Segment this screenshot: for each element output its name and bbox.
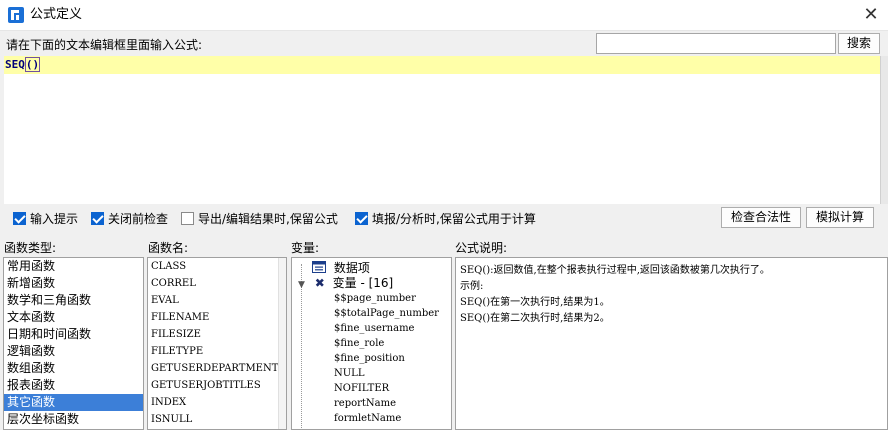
variable-item[interactable]: $fine_position xyxy=(334,351,405,366)
option-input-hint[interactable]: 输入提示 xyxy=(13,209,78,227)
simulate-calc-button[interactable]: 模拟计算 xyxy=(806,207,874,228)
description-line: SEQ()在第一次执行时,结果为1。 xyxy=(460,297,610,308)
function-item[interactable]: FILETYPE xyxy=(148,343,286,360)
description-text: SEQ():返回数值,在整个报表执行过程中,返回该函数被第几次执行了。 示例: SE… xyxy=(456,258,887,327)
description-line: 示例: xyxy=(460,281,484,292)
function-item[interactable]: ISNULL xyxy=(148,411,286,428)
option-check-before-close[interactable]: 关闭前检查 xyxy=(91,209,168,227)
table-icon xyxy=(312,261,326,273)
category-item[interactable]: 文本函数 xyxy=(4,309,143,326)
description-line: SEQ():返回数值,在整个报表执行过程中,返回该函数被第几次执行了。 xyxy=(460,265,770,276)
variable-item[interactable]: $fine_username xyxy=(334,321,414,336)
editor-scrollbar[interactable] xyxy=(880,56,888,204)
category-item[interactable]: 其它函数 xyxy=(4,394,143,411)
option-keep-formula-fill[interactable]: 填报/分析时,保留公式用于计算 xyxy=(355,209,536,227)
function-item[interactable]: EVAL xyxy=(148,292,286,309)
variable-group-icon: ✖ xyxy=(314,276,325,290)
keep-formula-export-label: 导出/编辑结果时,保留公式 xyxy=(198,211,338,226)
formula-prompt: 请在下面的文本编辑框里面输入公式: xyxy=(6,38,203,52)
category-header: 函数类型: xyxy=(4,241,57,255)
check-before-close-label: 关闭前检查 xyxy=(108,211,169,226)
category-item[interactable]: 数学和三角函数 xyxy=(4,292,143,309)
formula-text: SEQ() xyxy=(5,57,41,72)
category-item[interactable]: 日期和时间函数 xyxy=(4,326,143,343)
function-list: CLASS CORREL EVAL FILENAME FILESIZE FILETYPE G… xyxy=(147,257,287,430)
variable-item[interactable]: NULL xyxy=(334,366,364,381)
tree-node-data-item[interactable]: 数据项 xyxy=(312,261,370,276)
function-item[interactable]: CLASS xyxy=(148,258,286,275)
title-bar: 公式定义 ✕ xyxy=(0,0,888,30)
category-item[interactable]: 逻辑函数 xyxy=(4,343,143,360)
description-header: 公式说明: xyxy=(455,241,508,255)
search-input[interactable] xyxy=(596,33,836,54)
chevron-down-icon[interactable]: ▼ xyxy=(298,280,305,290)
variable-item[interactable]: $fine_role xyxy=(334,336,384,351)
input-hint-label: 输入提示 xyxy=(30,211,79,226)
description-panel: SEQ():返回数值,在整个报表执行过程中,返回该函数被第几次执行了。 示例: SE… xyxy=(455,257,888,430)
function-item[interactable]: GETUSERDEPARTMENTS xyxy=(148,360,286,377)
check-validity-button[interactable]: 检查合法性 xyxy=(721,207,801,228)
category-item[interactable]: 报表函数 xyxy=(4,377,143,394)
category-item[interactable]: 层次坐标函数 xyxy=(4,411,143,428)
function-header: 函数名: xyxy=(148,241,189,255)
variable-header: 变量: xyxy=(291,241,320,255)
input-hint-checkbox[interactable] xyxy=(13,211,26,225)
variable-tree: 数据项 ▼ ✖ 变量 - [16] $$page_number $$totalPa… xyxy=(291,257,452,430)
keep-formula-fill-label: 填报/分析时,保留公式用于计算 xyxy=(372,211,536,226)
description-line: SEQ()在第二次执行时,结果为2。 xyxy=(460,313,610,324)
category-item[interactable]: 新增函数 xyxy=(4,275,143,292)
function-item[interactable]: FILENAME xyxy=(148,309,286,326)
data-item-label: 数据项 xyxy=(333,261,370,275)
title-separator xyxy=(0,30,888,31)
category-item[interactable]: 数组函数 xyxy=(4,360,143,377)
current-line-highlight xyxy=(4,56,880,74)
function-list-scrollbar[interactable] xyxy=(278,258,286,429)
variable-item[interactable]: $$page_number xyxy=(334,291,416,306)
function-item[interactable]: FILESIZE xyxy=(148,326,286,343)
search-button[interactable]: 搜索 xyxy=(838,33,880,54)
variable-item[interactable]: reportName xyxy=(334,396,396,411)
function-item[interactable]: INDEX xyxy=(148,394,286,411)
check-before-close-checkbox[interactable] xyxy=(91,211,104,225)
category-list: 常用函数 新增函数 数学和三角函数 文本函数 日期和时间函数 逻辑函数 数组函数 报表函数 其它… xyxy=(3,257,144,430)
window-title: 公式定义 xyxy=(30,7,83,22)
option-keep-formula-export[interactable]: 导出/编辑结果时,保留公式 xyxy=(181,209,338,227)
close-icon[interactable]: ✕ xyxy=(860,4,882,26)
formula-editor[interactable]: SEQ() xyxy=(4,56,880,204)
keep-formula-fill-checkbox[interactable] xyxy=(355,211,368,225)
tree-node-variables[interactable]: ▼ ✖ 变量 - [16] xyxy=(298,276,393,291)
formula-dialog: 公式定义 ✕ 请在下面的文本编辑框里面输入公式: 搜索 SEQ() 输入提示 关… xyxy=(0,0,888,430)
function-item[interactable]: CORREL xyxy=(148,275,286,292)
variable-item[interactable]: formletName xyxy=(334,411,401,426)
category-item[interactable]: 常用函数 xyxy=(4,258,143,275)
variable-item[interactable]: NOFILTER xyxy=(334,381,389,396)
app-logo-icon xyxy=(8,7,24,23)
variable-item[interactable]: $$totalPage_number xyxy=(334,306,439,321)
variable-group-label: 变量 - [16] xyxy=(332,276,394,290)
function-item[interactable]: GETUSERJOBTITLES xyxy=(148,377,286,394)
keep-formula-export-checkbox[interactable] xyxy=(181,211,194,225)
